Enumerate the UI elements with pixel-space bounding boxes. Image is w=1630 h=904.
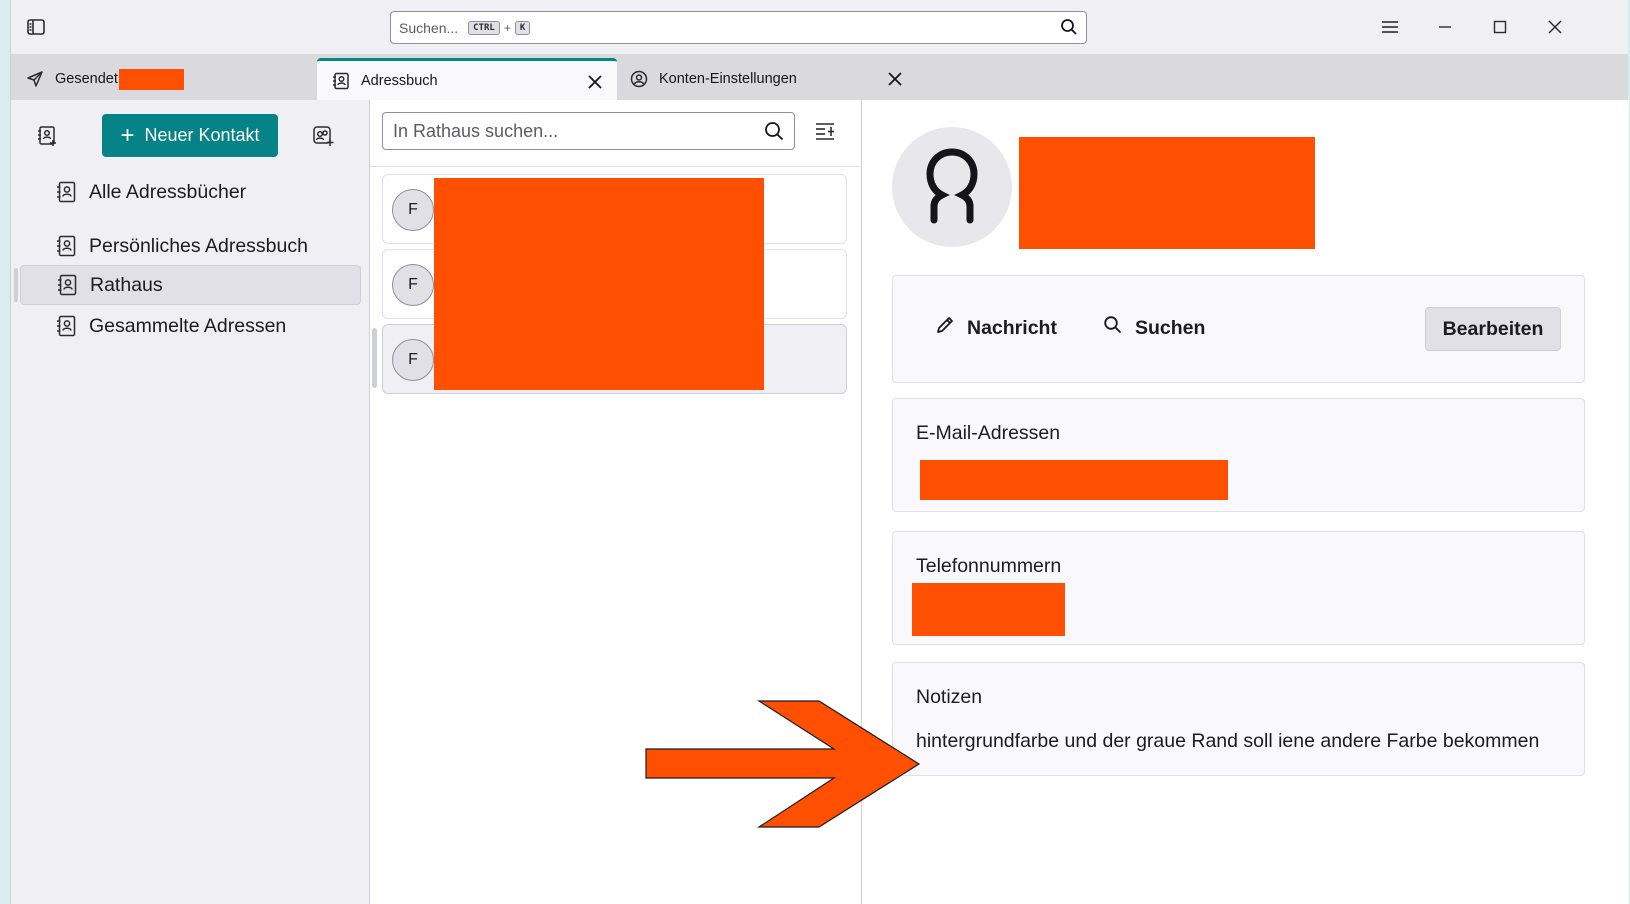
notes-section-title: Notizen [916,686,983,708]
sidebar-item-rathaus[interactable]: Rathaus [20,265,361,305]
app-menu-icon[interactable] [1374,12,1406,42]
pencil-icon [935,315,955,341]
sidebar-item-label: Gesammelte Adressen [89,314,287,337]
list-scrollbar[interactable] [372,328,377,388]
contact-avatar: F [392,189,434,231]
search-icon[interactable] [1060,18,1078,39]
search-messages-button[interactable]: Suchen [1103,306,1205,350]
plus-icon: + [120,121,135,149]
redacted-contact-names [434,178,764,390]
divider [370,166,861,167]
address-book-icon [56,274,78,296]
email-section-title: E-Mail-Adressen [916,422,1061,444]
tab-konten-einstellungen[interactable]: Konten-Einstellungen [617,58,917,100]
maximize-icon[interactable] [1484,12,1516,42]
tab-label-konten: Konten-Einstellungen [659,71,797,87]
tab-label-adressbuch: Adressbuch [361,72,438,89]
notes-card: Notizen hintergrundfarbe und der graue R… [892,662,1585,776]
sidebar-item-label: Alle Adressbücher [89,180,247,203]
global-search-input[interactable]: Suchen... CTRL + K [390,11,1087,44]
redacted-folder-name [119,69,184,90]
minimize-icon[interactable] [1429,12,1461,42]
address-book-icon [55,235,77,257]
contact-actions-card: Nachricht Suchen Bearbeiten [892,275,1585,383]
sidebar-item-label: Persönliches Adressbuch [89,234,308,257]
contact-avatar: F [392,264,434,306]
write-message-button[interactable]: Nachricht [935,306,1057,350]
email-addresses-card: E-Mail-Adressen [892,398,1585,512]
new-contact-button[interactable]: + Neuer Kontakt [102,114,278,157]
edit-contact-button[interactable]: Bearbeiten [1425,307,1561,351]
selection-marker [14,268,18,302]
shortcut-plus: + [503,20,511,35]
sidebar-item-alle-adressbuecher[interactable]: Alle Adressbücher [20,172,361,212]
contact-detail-pane: Nachricht Suchen Bearbeiten E-Mail-Adres… [862,100,1629,904]
contact-avatar: F [392,339,434,381]
close-tab-icon[interactable] [885,69,905,89]
spaces-toolbar-icon[interactable] [24,15,48,39]
tab-label-gesendet: Gesendet [55,71,118,87]
write-message-label: Nachricht [967,316,1057,339]
thunderbird-window: Suchen... CTRL + K Gesendet Adressbuch K… [10,0,1629,904]
address-book-icon [55,181,77,203]
contact-search-input[interactable]: In Rathaus suchen... [382,112,795,150]
close-window-icon[interactable] [1539,12,1571,42]
annotation-arrow-icon [645,700,921,828]
phone-numbers-card: Telefonnummern [892,531,1585,645]
notes-text: hintergrundfarbe und der graue Rand soll… [916,730,1540,752]
new-address-book-icon[interactable] [27,116,67,156]
phone-section-title: Telefonnummern [916,555,1062,577]
tab-adressbuch[interactable]: Adressbuch [317,58,617,100]
redacted-contact-name [1019,137,1315,249]
global-search-placeholder: Suchen... [399,19,459,36]
title-bar: Suchen... CTRL + K [11,0,1628,54]
search-icon [764,121,784,146]
search-messages-label: Suchen [1135,316,1206,339]
shortcut-ctrl-badge: CTRL [468,20,500,35]
tab-bar: Gesendet Adressbuch Konten-Einstellungen [11,54,1628,100]
new-contact-label: Neuer Kontakt [144,125,260,145]
close-tab-icon[interactable] [585,72,605,92]
contact-search-placeholder: In Rathaus suchen... [393,120,559,141]
sidebar-item-gesammelte-adressen[interactable]: Gesammelte Adressen [20,306,361,346]
account-settings-icon [629,69,649,89]
list-display-options-icon[interactable] [805,111,845,151]
redacted-phone [912,583,1065,636]
address-book-sidebar: + Neuer Kontakt Alle Adressbücher Persön… [11,100,370,904]
tab-gesendet[interactable]: Gesendet [11,58,321,100]
contact-photo [892,127,1012,247]
redacted-email [920,460,1228,500]
address-book-icon [55,315,77,337]
sidebar-item-label: Rathaus [90,273,163,296]
send-icon [25,69,45,89]
new-list-icon[interactable] [303,116,343,156]
address-book-icon [331,71,351,91]
sidebar-item-persoenliches-adressbuch[interactable]: Persönliches Adressbuch [20,226,361,266]
search-icon [1103,315,1123,341]
shortcut-k-badge: K [514,20,531,35]
